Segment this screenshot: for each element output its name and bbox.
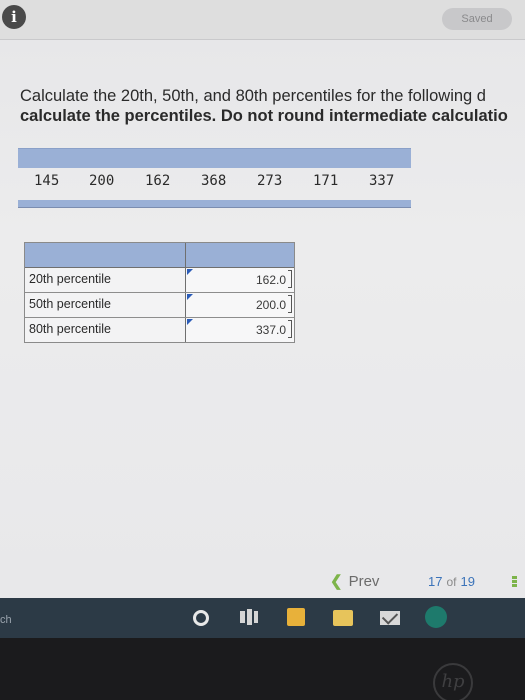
table-row: 50th percentile 200.0 bbox=[25, 293, 294, 318]
data-value: 162 bbox=[145, 173, 171, 189]
data-value: 368 bbox=[201, 173, 227, 189]
data-table-footer bbox=[18, 200, 411, 208]
hp-logo-icon: hp bbox=[433, 663, 473, 700]
data-value: 337 bbox=[369, 173, 395, 189]
percentile-answer-value[interactable]: 162.0 bbox=[256, 273, 286, 287]
top-bar: i Saved bbox=[0, 0, 525, 40]
task-view-icon[interactable] bbox=[238, 608, 258, 626]
data-values-row: 145 200 162 368 273 171 337 bbox=[18, 168, 411, 198]
percentile-answer-value[interactable]: 337.0 bbox=[256, 323, 286, 337]
file-explorer-icon[interactable] bbox=[333, 610, 353, 626]
question-counter: 17 of 19 bbox=[428, 574, 475, 589]
percentile-answer-field[interactable]: 337.0 bbox=[185, 318, 294, 342]
info-icon[interactable]: i bbox=[2, 5, 26, 29]
data-set-table: 145 200 162 368 273 171 337 bbox=[18, 145, 411, 209]
percentile-answer-field[interactable]: 162.0 bbox=[185, 268, 294, 292]
percentile-label: 20th percentile bbox=[29, 272, 112, 286]
table-row: 20th percentile 162.0 bbox=[25, 268, 294, 293]
answer-cell-bracket bbox=[288, 320, 292, 338]
taskbar-search-fragment[interactable]: ch bbox=[0, 614, 12, 626]
data-value: 171 bbox=[313, 173, 339, 189]
cortana-icon[interactable] bbox=[193, 610, 209, 626]
prev-label: Prev bbox=[348, 573, 380, 590]
percentile-label: 50th percentile bbox=[29, 297, 112, 311]
question-text: Calculate the 20th, 50th, and 80th perce… bbox=[20, 86, 525, 126]
saved-status-badge: Saved bbox=[442, 8, 512, 30]
percentile-answer-value[interactable]: 200.0 bbox=[256, 298, 286, 312]
question-instruction: calculate the percentiles. Do not round … bbox=[20, 107, 508, 125]
answer-cell-bracket bbox=[288, 295, 292, 313]
answer-cell-bracket bbox=[288, 270, 292, 288]
edge-icon[interactable] bbox=[425, 606, 447, 628]
percentile-answer-field[interactable]: 200.0 bbox=[185, 293, 294, 317]
current-question: 17 bbox=[428, 574, 443, 589]
data-value: 145 bbox=[34, 173, 60, 189]
chevron-left-icon: ❮ bbox=[330, 573, 343, 590]
prev-button[interactable]: ❮ Prev bbox=[330, 572, 379, 590]
mail-icon[interactable] bbox=[380, 611, 400, 625]
header-divider bbox=[185, 243, 186, 268]
table-row: 80th percentile 337.0 bbox=[25, 318, 294, 343]
of-label: of bbox=[446, 575, 457, 589]
percentile-label: 80th percentile bbox=[29, 322, 112, 336]
data-value: 273 bbox=[257, 173, 283, 189]
grid-icon[interactable] bbox=[512, 575, 525, 591]
taskbar-strip: ch bbox=[0, 598, 525, 638]
data-value: 200 bbox=[89, 173, 115, 189]
data-table-header bbox=[18, 148, 411, 168]
store-icon[interactable] bbox=[287, 608, 305, 626]
total-questions: 19 bbox=[460, 574, 475, 589]
percentile-answer-table: 20th percentile 162.0 50th percentile 20… bbox=[24, 242, 295, 343]
question-line-1: Calculate the 20th, 50th, and 80th perce… bbox=[20, 87, 486, 105]
percentile-table-header bbox=[25, 243, 294, 268]
quiz-page: i Saved Calculate the 20th, 50th, and 80… bbox=[0, 0, 525, 598]
